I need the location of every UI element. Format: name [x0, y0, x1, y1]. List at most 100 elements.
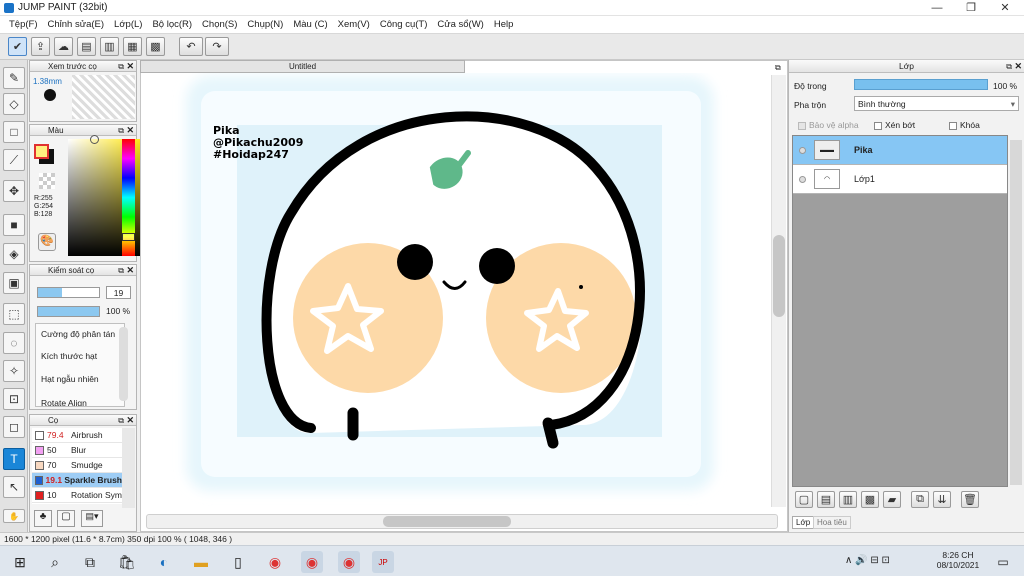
brush-mode-icon[interactable]: ✔ [8, 37, 27, 56]
merge-down-icon[interactable]: ⇊ [933, 491, 951, 508]
brush-list-scrollbar[interactable] [122, 428, 135, 508]
horizontal-scroll-thumb[interactable] [383, 516, 511, 527]
select-eraser-icon[interactable]: ◻ [3, 416, 25, 438]
system-tray[interactable]: ∧ 🔊 ⊟ ⊡ [845, 555, 890, 566]
vertical-scroll-thumb[interactable] [773, 235, 785, 317]
brush-opacity-slider[interactable] [37, 306, 100, 317]
notification-icon[interactable]: ▭ [992, 551, 1014, 573]
brush-row[interactable]: 70 Smudge [32, 458, 122, 473]
drawing-canvas[interactable]: Pika @Pikachu2009 #Hoidap247 [141, 73, 771, 513]
brush-size-slider[interactable] [37, 287, 100, 298]
new-raster-layer-icon[interactable]: ▥ [839, 491, 857, 508]
layer-row-lop1[interactable]: ◠ Lớp1 [793, 165, 1007, 194]
close-panel-icon[interactable]: ✕ [126, 61, 134, 72]
float-icon[interactable]: ⧉ [118, 61, 124, 72]
message-icon[interactable]: ▤ [77, 37, 96, 56]
magic-wand-icon[interactable]: ✧ [3, 360, 25, 382]
grid-settings-icon[interactable]: ▩ [146, 37, 165, 56]
menu-file[interactable]: Tệp(F) [4, 19, 43, 30]
settings-scrollbar[interactable] [119, 327, 128, 401]
pen-tool-icon[interactable]: ✎ [3, 67, 25, 89]
new-brush-icon[interactable]: ▢ [57, 510, 75, 527]
menu-window[interactable]: Cửa sổ(W) [432, 19, 488, 30]
brush-setting-item[interactable]: Rotate Align [41, 398, 87, 406]
close-panel-icon[interactable]: ✕ [126, 265, 134, 276]
comment-icon[interactable]: ☁ [54, 37, 73, 56]
menu-select[interactable]: Chọn(S) [197, 19, 242, 30]
rect-fill-tool-icon[interactable]: ■ [3, 214, 25, 236]
close-panel-icon[interactable]: ✕ [126, 125, 134, 136]
new-tone-layer-icon[interactable]: ▩ [861, 491, 879, 508]
undo-icon[interactable]: ↶ [179, 37, 203, 56]
move-tool-icon[interactable]: ✥ [3, 180, 25, 202]
tab-layers[interactable]: Lớp [792, 516, 815, 529]
close-panel-icon[interactable]: ✕ [1014, 60, 1022, 73]
float-icon[interactable]: ⧉ [118, 265, 124, 276]
protect-alpha-checkbox[interactable]: Bảo vệ alpha [798, 120, 859, 130]
shape-tool-icon[interactable]: □ [3, 121, 25, 143]
layer-visibility-icon[interactable] [799, 146, 806, 154]
layer-row-pika[interactable]: ▬▬ Pika [793, 136, 1007, 165]
brush-setting-item[interactable]: Hạt ngẫu nhiên [41, 374, 99, 384]
text-tool-icon[interactable]: T [3, 448, 25, 470]
store-icon[interactable]: 🛍 [116, 551, 138, 573]
hue-handle[interactable] [122, 233, 135, 241]
select-pen-icon[interactable]: ⊡ [3, 388, 25, 410]
chrome-window-icon[interactable]: ◉ [338, 551, 360, 573]
task-view-icon[interactable]: ⧉ [79, 551, 101, 573]
brush-menu-icon[interactable]: ▤▾ [81, 510, 103, 527]
edge-icon[interactable]: ◐ [153, 551, 175, 573]
bucket-tool-icon[interactable]: ◈ [3, 243, 25, 265]
clip-checkbox[interactable]: Xén bớt [874, 120, 915, 130]
delete-layer-icon[interactable]: 🗑 [961, 491, 979, 508]
brush-row[interactable]: 10 Rotation Sym [32, 488, 122, 503]
restore-button[interactable]: ❐ [954, 0, 988, 16]
page-icon[interactable]: ▥ [100, 37, 119, 56]
minimize-button[interactable]: — [920, 0, 954, 16]
new-layer-icon[interactable]: ▢ [795, 491, 813, 508]
menu-help[interactable]: Help [489, 19, 519, 30]
menu-edit[interactable]: Chỉnh sửa(E) [43, 19, 110, 30]
tab-navigator[interactable]: Hoa tiêu [813, 516, 851, 529]
brush-group-icon[interactable]: ♣ [34, 510, 52, 527]
layer-visibility-icon[interactable] [799, 175, 806, 183]
new-vector-layer-icon[interactable]: ▤ [817, 491, 835, 508]
float-canvas-icon[interactable]: ⧉ [775, 63, 781, 73]
brush-size-input[interactable]: 19 [106, 286, 131, 299]
chrome-icon[interactable]: ◉ [264, 551, 286, 573]
file-explorer-icon[interactable]: ▬ [190, 551, 212, 573]
brush-setting-item[interactable]: Cường độ phân tán [41, 329, 115, 339]
clock[interactable]: 8:26 CH 08/10/2021 [932, 550, 984, 570]
brush-row[interactable]: 79.4 Airbrush [32, 428, 122, 443]
brush-row[interactable]: 19.1 Sparkle Brush [32, 473, 122, 488]
horizontal-scrollbar[interactable] [146, 514, 778, 529]
new-folder-icon[interactable]: ▰ [883, 491, 901, 508]
palette-icon[interactable]: 🎨 [38, 233, 56, 251]
duplicate-layer-icon[interactable]: ⧉ [911, 491, 929, 508]
layer-list-scrollbar[interactable] [1010, 140, 1022, 485]
eraser-tool-icon[interactable]: ◇ [3, 93, 25, 115]
gradient-tool-icon[interactable]: ▣ [3, 272, 25, 294]
brush-row[interactable]: 50 Blur [32, 443, 122, 458]
chrome-profile-icon[interactable]: ◉ [301, 551, 323, 573]
lock-checkbox[interactable]: Khóa [949, 120, 980, 130]
rect-select-icon[interactable]: ⬚ [3, 303, 25, 325]
float-icon[interactable]: ⧉ [118, 415, 124, 426]
menu-layer[interactable]: Lớp(L) [109, 19, 147, 30]
windows-start-icon[interactable]: ⊞ [9, 551, 31, 573]
menu-tools[interactable]: Công cụ(T) [375, 19, 433, 30]
color-picker-cursor[interactable] [90, 135, 99, 144]
operation-tool-icon[interactable]: ↖ [3, 476, 25, 498]
vertical-scrollbar[interactable] [771, 75, 786, 507]
menu-filter[interactable]: Bộ lọc(R) [147, 19, 197, 30]
close-button[interactable]: ✕ [988, 0, 1022, 16]
transparent-color-icon[interactable] [39, 173, 55, 189]
search-icon[interactable]: ⌕ [44, 551, 66, 573]
export-icon[interactable]: ⇪ [31, 37, 50, 56]
brush-setting-item[interactable]: Kích thước hạt [41, 351, 97, 361]
menu-color[interactable]: Màu (C) [288, 19, 332, 30]
menu-capture[interactable]: Chụp(N) [242, 19, 288, 30]
menu-view[interactable]: Xem(V) [333, 19, 375, 30]
document-tab[interactable]: Untitled [140, 60, 465, 73]
document-app-icon[interactable]: ▯ [227, 551, 249, 573]
